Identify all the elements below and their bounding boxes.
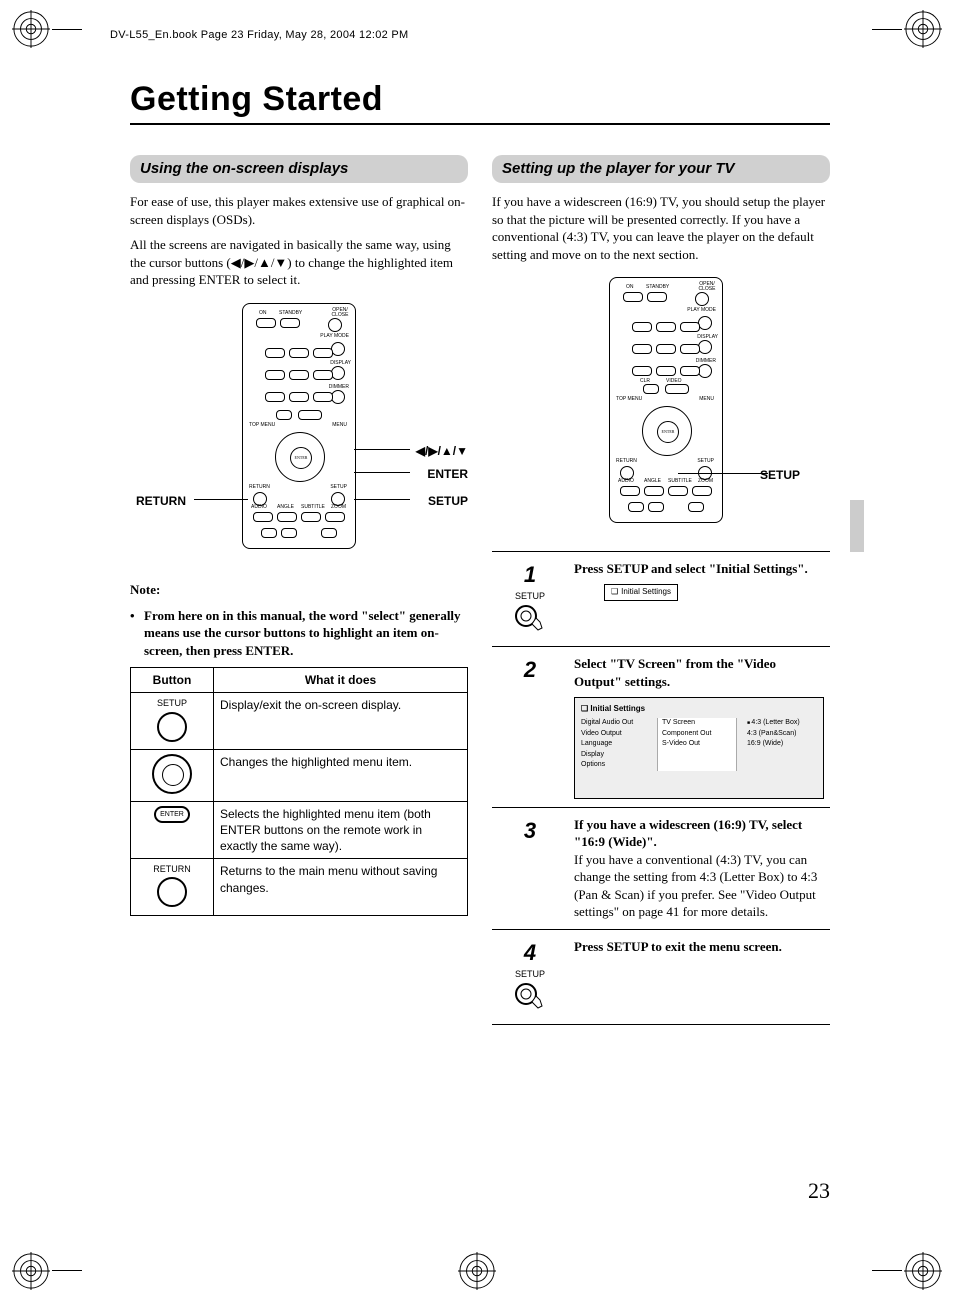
- leader-line: [354, 472, 410, 473]
- callout-return: RETURN: [136, 493, 186, 509]
- chapter-tab: [850, 500, 864, 552]
- table-row: Changes the highlighted menu item.: [131, 749, 468, 801]
- step-title: If you have a widescreen (16:9) TV, sele…: [574, 816, 824, 851]
- tv-para1: If you have a widescreen (16:9) TV, you …: [492, 193, 830, 263]
- remote-illustration: ON STANDBY OPEN/ CLOSE PLAY MODE DISPLAY…: [242, 303, 356, 549]
- note-heading: Note:: [130, 581, 468, 599]
- press-icon: [514, 982, 546, 1016]
- registration-mark: [904, 1252, 942, 1290]
- row-enter-desc: Selects the highlighted menu item (both …: [214, 801, 468, 859]
- page-title: Getting Started: [130, 80, 830, 119]
- step-number: 2: [498, 655, 562, 685]
- step-icon-label: SETUP: [498, 968, 562, 980]
- leader-line: [194, 499, 248, 500]
- callout-arrows: ◀/▶/▲/▼: [416, 443, 468, 459]
- section-head-osd: Using the on-screen displays: [130, 155, 468, 183]
- row-return-desc: Returns to the main menu without saving …: [214, 859, 468, 915]
- table-head-button: Button: [131, 668, 214, 693]
- leader-line: [678, 473, 768, 474]
- row-setup-label: SETUP: [157, 698, 187, 708]
- crop-line: [872, 1270, 902, 1271]
- table-row: ENTER Selects the highlighted menu item …: [131, 801, 468, 859]
- crop-line: [52, 29, 82, 30]
- leader-line: [354, 499, 410, 500]
- step-row: 4 SETUP Press SETUP to exit the menu scr…: [492, 929, 830, 1024]
- step-row: 2 Select "TV Screen" from the "Video Out…: [492, 647, 830, 807]
- press-icon: [514, 604, 546, 638]
- callout-setup: SETUP: [760, 467, 800, 483]
- osd-para1: For ease of use, this player makes exten…: [130, 193, 468, 228]
- row-cursor-desc: Changes the highlighted menu item.: [214, 749, 468, 801]
- section-head-tv: Setting up the player for your TV: [492, 155, 830, 183]
- table-head-desc: What it does: [214, 668, 468, 693]
- step-body: If you have a conventional (4:3) TV, you…: [574, 851, 824, 921]
- row-return-label: RETURN: [153, 864, 191, 874]
- note-body: From here on in this manual, the word "s…: [130, 607, 468, 660]
- step-number: 4: [498, 938, 562, 968]
- return-button-icon: [157, 877, 187, 907]
- step-number: 3: [498, 816, 562, 846]
- step-icon-label: SETUP: [498, 590, 562, 602]
- step-title: Select "TV Screen" from the "Video Outpu…: [574, 655, 824, 690]
- left-column: Using the on-screen displays For ease of…: [130, 155, 468, 1025]
- step-number: 1: [498, 560, 562, 590]
- header-filename: DV-L55_En.book Page 23 Friday, May 28, 2…: [110, 29, 409, 41]
- remote-illustration: ON STANDBY OPEN/ CLOSE PLAY MODE DISPLAY…: [609, 277, 723, 523]
- cursor-ring-icon: [152, 754, 192, 794]
- osd-tag-initial-settings: ❑Initial Settings: [604, 584, 678, 601]
- osd-menu-box: ❑ Initial Settings Digital Audio Out Vid…: [574, 697, 824, 799]
- osd-left-col: Digital Audio Out Video Output Language …: [581, 718, 651, 771]
- registration-mark: [12, 10, 50, 48]
- page-number: 23: [808, 1178, 830, 1204]
- registration-mark: [904, 10, 942, 48]
- callout-enter: ENTER: [427, 466, 468, 482]
- step-row: 3 If you have a widescreen (16:9) TV, se…: [492, 807, 830, 929]
- row-setup-desc: Display/exit the on-screen display.: [214, 693, 468, 749]
- osd-para2: All the screens are navigated in basical…: [130, 236, 468, 289]
- table-row: SETUP Display/exit the on-screen display…: [131, 693, 468, 749]
- osd-right-col: 4:3 (Letter Box) 4:3 (Pan&Scan) 16:9 (Wi…: [743, 718, 817, 771]
- crop-line: [872, 29, 902, 30]
- leader-line: [354, 449, 410, 450]
- enter-button-icon: ENTER: [154, 806, 190, 823]
- title-rule: [130, 123, 830, 125]
- button-table: Button What it does SETUP Display/exit t…: [130, 667, 468, 915]
- table-row: RETURN Returns to the main menu without …: [131, 859, 468, 915]
- setup-button-icon: [157, 712, 187, 742]
- step-row: 1 SETUP Press SETUP and select "Initial …: [492, 552, 830, 647]
- osd-mid-col: TV Screen Component Out S-Video Out: [657, 718, 737, 771]
- step-title: Press SETUP to exit the menu screen.: [574, 938, 824, 956]
- steps-table: 1 SETUP Press SETUP and select "Initial …: [492, 551, 830, 1024]
- right-column: Setting up the player for your TV If you…: [492, 155, 830, 1025]
- registration-mark: [12, 1252, 50, 1290]
- callout-setup: SETUP: [428, 493, 468, 509]
- step-title: Press SETUP and select "Initial Settings…: [574, 560, 824, 578]
- registration-mark: [458, 1252, 496, 1290]
- crop-line: [52, 1270, 82, 1271]
